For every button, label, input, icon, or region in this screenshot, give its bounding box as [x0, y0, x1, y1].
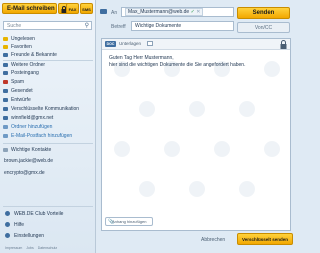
fax-button[interactable]: FAX	[66, 3, 79, 14]
club-icon	[5, 211, 10, 217]
folder-spam[interactable]: Spam	[3, 78, 93, 86]
message-body[interactable]: Guten Tag Herr Mustermann, hier sind die…	[109, 55, 287, 69]
sms-button[interactable]: SMS	[80, 3, 93, 14]
jobs-link[interactable]: Jobs	[26, 246, 33, 250]
doc-icon: DOC	[105, 41, 116, 47]
toolbar-label: Unterlagen	[119, 41, 142, 46]
folder-favoriten[interactable]: Favoriten	[3, 43, 93, 51]
recipient-chip[interactable]: Max_Mustermann@web.de ✓ ✕	[125, 8, 204, 16]
checkbox[interactable]	[147, 41, 153, 46]
folder-entwuerfe[interactable]: Entwürfe	[3, 96, 93, 104]
folder-gesendet[interactable]: Gesendet	[3, 87, 93, 95]
add-mailbox-link[interactable]: E-Mail-Postfach hinzufügen	[3, 132, 93, 140]
send-button[interactable]: Senden	[237, 7, 290, 19]
envelope-icon	[100, 9, 107, 14]
search-icon[interactable]: ⚲	[85, 22, 89, 30]
compose-email-button[interactable]: E-Mail schreiben	[2, 3, 57, 14]
add-folder-link[interactable]: Ordner hinzufügen	[3, 123, 93, 131]
remove-icon[interactable]: ✕	[196, 9, 200, 15]
folder-posteingang[interactable]: Posteingang	[3, 69, 93, 77]
star-icon	[3, 44, 8, 49]
body-line: hier sind die wichtigen Dokumente die Si…	[109, 62, 246, 68]
cancel-button[interactable]: Abbrechen	[201, 237, 225, 243]
contact-item[interactable]: brown.jackie@web.de	[4, 158, 53, 164]
mailbox-icon	[3, 115, 8, 120]
compose-panel: An Max_Mustermann@web.de ✓ ✕ Betreff Wic…	[97, 0, 300, 253]
paperclip-icon: 📎	[108, 219, 115, 225]
chevron-icon	[3, 62, 8, 67]
footer-links: Impressum Jobs Datenschutz	[5, 246, 60, 250]
plus-icon	[3, 124, 8, 129]
lock-icon	[3, 106, 8, 111]
message-editor[interactable]: DOC Unterlagen Guten Tag Herr Mustermann…	[101, 38, 291, 231]
club-link[interactable]: WEB.DE Club Vorteile	[5, 211, 63, 217]
to-field[interactable]: Max_Mustermann@web.de ✓ ✕	[121, 7, 234, 17]
sidebar: E-Mail schreiben FAX SMS Suche ⚲ Ungeles…	[0, 0, 96, 253]
folder-winnfield[interactable]: winnfield@gmx.net	[3, 114, 93, 122]
divider	[3, 206, 93, 207]
help-link[interactable]: Hilfe	[5, 222, 24, 228]
folder-verschluesselt[interactable]: Verschlüsselte Kommunikation	[3, 105, 93, 113]
help-icon	[5, 222, 10, 228]
people-icon	[3, 52, 8, 57]
verified-icon: ✓	[190, 9, 195, 15]
subject-field[interactable]: Wichtige Dokumente	[131, 21, 234, 31]
folder-ungelesen[interactable]: Ungelesen	[3, 35, 93, 43]
star-icon	[3, 147, 8, 152]
sent-icon	[3, 88, 8, 93]
search-placeholder: Suche	[7, 23, 22, 29]
spam-icon	[3, 79, 8, 84]
subject-label: Betreff	[111, 24, 126, 30]
contacts-heading[interactable]: Wichtige Kontakte	[3, 146, 93, 154]
from-cc-button[interactable]: Von/CC	[237, 22, 290, 33]
plus-icon	[3, 133, 8, 138]
datenschutz-link[interactable]: Datenschutz	[38, 246, 57, 250]
search-input[interactable]: Suche ⚲	[3, 21, 92, 30]
folder-freunde[interactable]: Freunde & Bekannte	[3, 51, 93, 59]
impressum-link[interactable]: Impressum	[5, 246, 22, 250]
envelope-icon	[3, 36, 8, 41]
to-label: An	[111, 10, 118, 16]
divider	[3, 143, 93, 144]
lock-icon	[280, 40, 287, 49]
draft-icon	[3, 97, 8, 102]
folder-weitere[interactable]: Weitere Ordner	[3, 61, 93, 69]
encrypted-send-button[interactable]: Verschlüsselt senden	[237, 233, 293, 245]
body-line: Guten Tag Herr Mustermann,	[109, 55, 174, 61]
contact-item[interactable]: encrypto@gmx.de	[4, 170, 45, 176]
settings-link[interactable]: Einstellungen	[5, 233, 44, 239]
lock-pattern	[114, 61, 280, 197]
add-attachment-button[interactable]: 📎 Anhang hinzufügen	[105, 217, 153, 226]
gear-icon	[5, 233, 10, 239]
inbox-icon	[3, 70, 8, 75]
